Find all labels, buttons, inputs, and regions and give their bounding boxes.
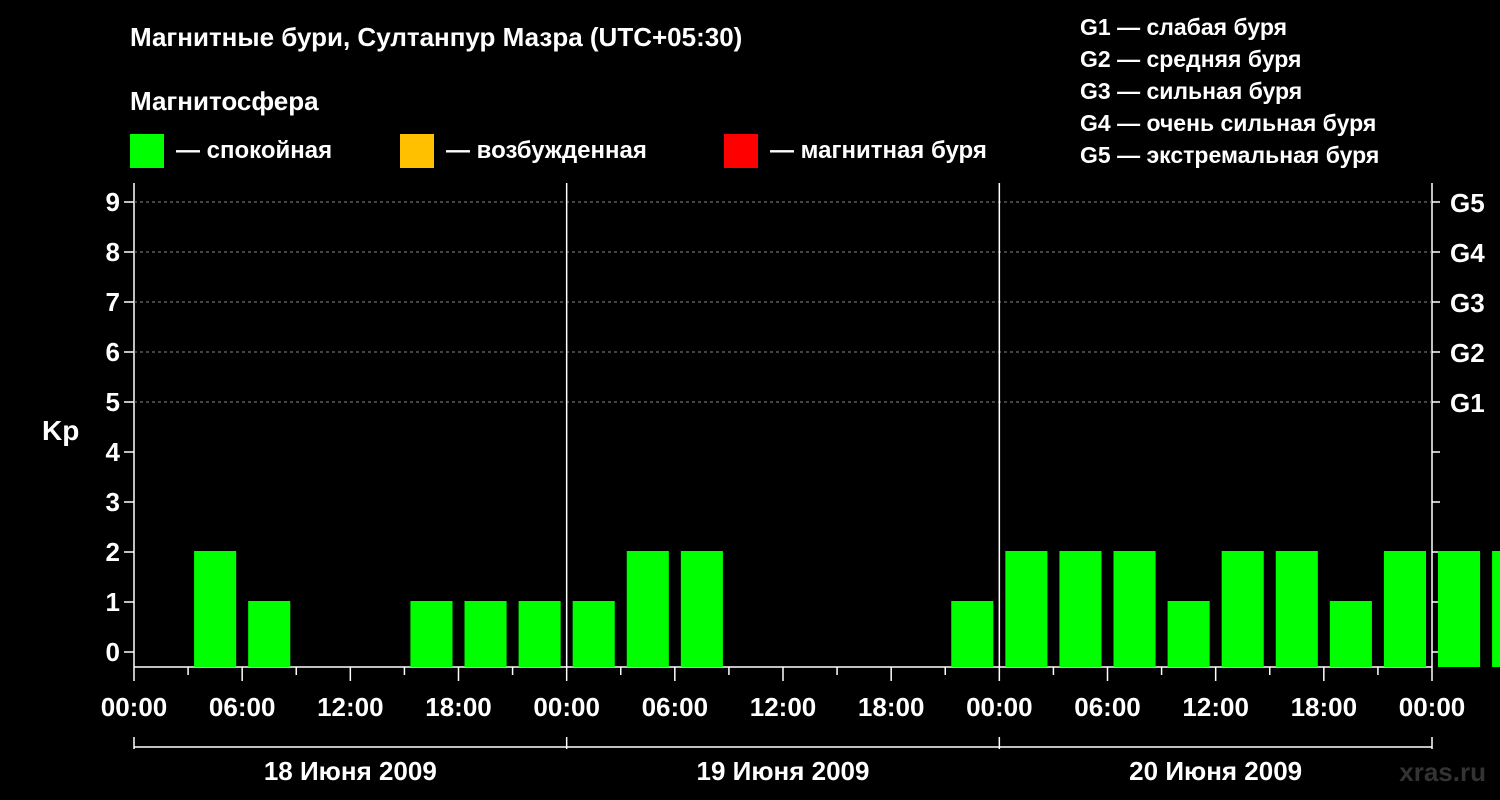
- x-tick-label: 12:00: [1182, 692, 1249, 722]
- kp-bar: [1275, 551, 1318, 667]
- kp-bar: [1167, 601, 1210, 667]
- x-tick-label: 18:00: [425, 692, 492, 722]
- x-tick-label: 06:00: [1074, 692, 1141, 722]
- kp-chart: 0 1 2 3 4 5 6 7 8 9 G1 G2 G3 G4 G5 Kp 00:00 06:00 12:00 18:…: [42, 183, 1500, 786]
- x-tick-label: 06:00: [209, 692, 276, 722]
- x-tick-label: 12:00: [750, 692, 817, 722]
- y-tick-label: 1: [106, 587, 120, 617]
- day-label: 18 Июня 2009: [264, 756, 437, 786]
- y-tick-label: 9: [106, 187, 120, 217]
- kp-bar: [1221, 551, 1264, 667]
- kp-bar: [464, 601, 507, 667]
- kp-bar: [1438, 551, 1481, 667]
- y-tick-label: 2: [106, 537, 120, 567]
- day-label: 19 Июня 2009: [697, 756, 870, 786]
- kp-bar: [410, 601, 453, 667]
- y-axis-label: Kp: [42, 415, 79, 446]
- kp-bar: [248, 601, 291, 667]
- x-tick-label: 12:00: [317, 692, 384, 722]
- y-tick-label: 5: [106, 387, 120, 417]
- kp-bar: [1329, 601, 1372, 667]
- x-tick-label: 00:00: [1399, 692, 1466, 722]
- g-scale-label: G5: [1450, 188, 1485, 218]
- kp-bar: [1059, 551, 1102, 667]
- kp-bar: [951, 601, 994, 667]
- g-scale-label: G4: [1450, 238, 1485, 268]
- kp-bar: [1383, 551, 1426, 667]
- watermark: xras.ru: [1399, 757, 1486, 787]
- kp-bar: [1005, 551, 1048, 667]
- g-scale-label: G3: [1450, 288, 1485, 318]
- kp-bar: [680, 551, 723, 667]
- y-tick-label: 4: [106, 437, 121, 467]
- y-tick-label: 6: [106, 337, 120, 367]
- kp-bar: [626, 551, 669, 667]
- kp-bar: [1113, 551, 1156, 667]
- y-tick-label: 0: [106, 637, 120, 667]
- kp-bar: [194, 551, 237, 667]
- day-label: 20 Июня 2009: [1129, 756, 1302, 786]
- kp-bar: [572, 601, 615, 667]
- x-tick-label: 00:00: [101, 692, 168, 722]
- kp-bar: [518, 601, 561, 667]
- y-tick-label: 8: [106, 237, 120, 267]
- y-tick-label: 3: [106, 487, 120, 517]
- x-tick-label: 18:00: [858, 692, 925, 722]
- x-tick-label: 00:00: [533, 692, 600, 722]
- x-tick-label: 00:00: [966, 692, 1033, 722]
- kp-bar: [1492, 551, 1500, 667]
- x-tick-label: 06:00: [642, 692, 709, 722]
- x-tick-label: 18:00: [1291, 692, 1358, 722]
- y-tick-label: 7: [106, 287, 120, 317]
- g-scale-label: G2: [1450, 338, 1485, 368]
- g-scale-label: G1: [1450, 388, 1485, 418]
